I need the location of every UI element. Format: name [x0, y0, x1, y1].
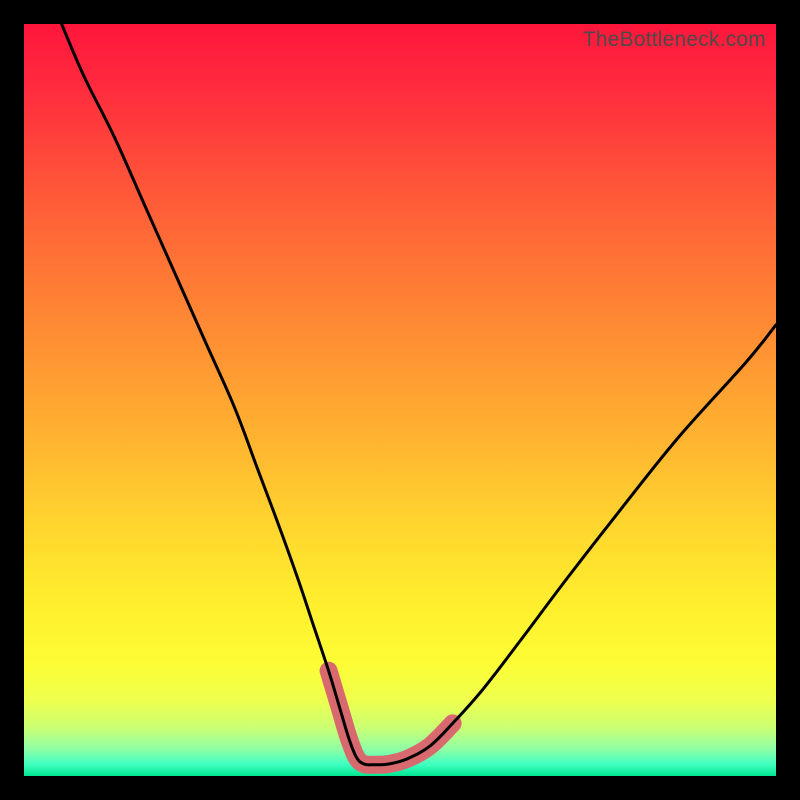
chart-frame: TheBottleneck.com [24, 24, 776, 776]
chart-background [24, 24, 776, 776]
chart-svg [24, 24, 776, 776]
watermark-text: TheBottleneck.com [583, 28, 766, 52]
